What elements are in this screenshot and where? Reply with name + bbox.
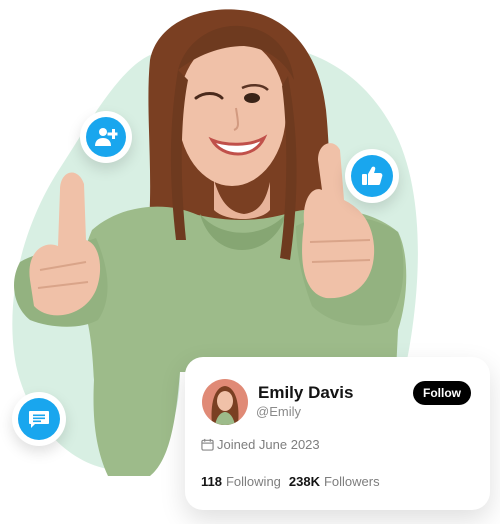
message-badge[interactable]	[12, 392, 66, 446]
message-icon	[29, 411, 49, 428]
calendar-icon	[201, 438, 214, 451]
thumbs-up-icon	[362, 166, 383, 185]
joined-text: Joined June 2023	[217, 437, 320, 452]
like-badge[interactable]	[345, 149, 399, 203]
avatar[interactable]	[202, 379, 248, 425]
add-user-icon	[95, 128, 118, 146]
followers-stat[interactable]: 238K Followers	[289, 474, 380, 489]
profile-stats: 118 Following 238K Followers	[201, 474, 380, 489]
followers-label: Followers	[323, 474, 380, 489]
joined-date: Joined June 2023	[201, 437, 320, 452]
following-count: 118	[201, 474, 222, 489]
follow-button[interactable]: Follow	[413, 381, 471, 405]
following-label: Following	[225, 474, 281, 489]
profile-name: Emily Davis	[258, 383, 354, 402]
profile-card: Emily Davis @Emily Follow Joined June 20…	[185, 357, 490, 510]
following-stat[interactable]: 118 Following	[201, 474, 281, 489]
add-user-badge[interactable]	[80, 111, 132, 163]
followers-count: 238K	[288, 474, 320, 489]
profile-handle: @Emily	[256, 404, 301, 419]
